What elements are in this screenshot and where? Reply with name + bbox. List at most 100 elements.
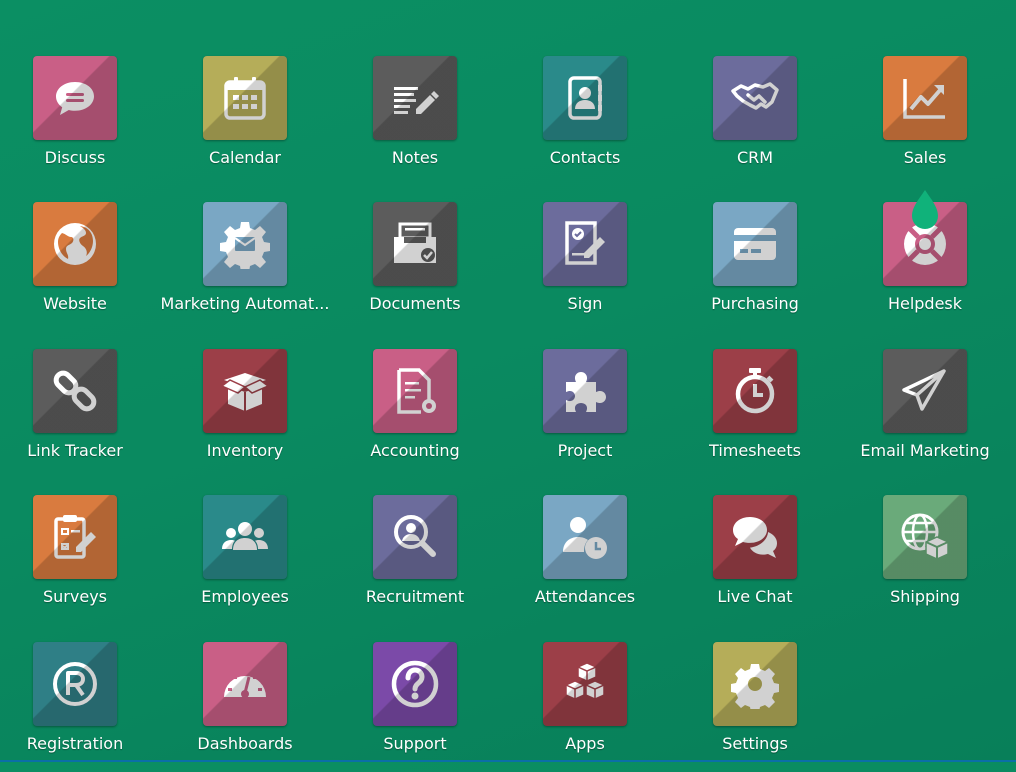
app-tile[interactable] [33, 56, 117, 140]
survey-clipboard-icon [54, 515, 96, 559]
app-discuss[interactable]: Discuss [0, 56, 160, 186]
app-timesheets[interactable]: Timesheets [670, 349, 840, 479]
app-project[interactable]: Project [500, 349, 670, 479]
chat-bubbles-icon [733, 517, 777, 558]
question-icon [391, 660, 439, 708]
app-notes[interactable]: Notes [330, 56, 500, 186]
stopwatch-icon [735, 368, 775, 414]
app-tile[interactable] [203, 202, 287, 286]
app-tile[interactable] [373, 202, 457, 286]
globe-icon [54, 223, 96, 265]
app-tile[interactable] [33, 495, 117, 579]
app-settings[interactable]: Settings [670, 642, 840, 772]
app-label: Recruitment [365, 587, 465, 606]
puzzle-icon [566, 372, 606, 412]
link-icon [53, 370, 97, 412]
app-label: Settings [722, 734, 788, 753]
app-tile[interactable] [543, 349, 627, 433]
app-label: Purchasing [711, 294, 799, 313]
app-contacts[interactable]: Contacts [500, 56, 670, 186]
sign-document-icon [565, 221, 605, 265]
app-tile[interactable] [713, 349, 797, 433]
accounting-doc-icon [397, 368, 436, 414]
app-label: Timesheets [709, 441, 801, 460]
app-email-marketing[interactable]: Email Marketing [840, 349, 1010, 479]
app-tile[interactable] [883, 495, 967, 579]
app-label: Contacts [549, 148, 621, 167]
gauge-icon [224, 671, 266, 698]
app-tile[interactable] [33, 349, 117, 433]
paper-plane-icon [902, 369, 946, 411]
app-tile[interactable] [713, 642, 797, 726]
calendar-icon [224, 77, 266, 120]
app-attendances[interactable]: Attendances [500, 495, 670, 625]
app-tile[interactable] [33, 202, 117, 286]
app-tile[interactable] [203, 349, 287, 433]
app-website[interactable]: Website [0, 202, 160, 332]
app-live-chat[interactable]: Live Chat [670, 495, 840, 625]
app-sign[interactable]: Sign [500, 202, 670, 332]
app-label: Marketing Automat... [160, 294, 330, 313]
magnifier-user-icon [394, 515, 436, 557]
people-icon [222, 522, 268, 550]
app-shipping[interactable]: Shipping [840, 495, 1010, 625]
contacts-icon [568, 76, 602, 120]
app-crm[interactable]: CRM [670, 56, 840, 186]
app-tile[interactable] [713, 56, 797, 140]
app-tile[interactable] [373, 642, 457, 726]
app-tile[interactable] [373, 56, 457, 140]
app-employees[interactable]: Employees [160, 495, 330, 625]
app-dashboards[interactable]: Dashboards [160, 642, 330, 772]
user-clock-icon [563, 517, 607, 559]
app-label: Helpdesk [887, 294, 963, 313]
app-registration[interactable]: Registration [0, 642, 160, 772]
app-purchasing[interactable]: Purchasing [670, 202, 840, 332]
app-label: Surveys [43, 587, 107, 606]
app-recruitment[interactable]: Recruitment [330, 495, 500, 625]
app-label: Dashboards [197, 734, 293, 753]
app-label: Email Marketing [860, 441, 990, 460]
credit-card-icon [734, 228, 776, 260]
app-label: Sign [567, 294, 603, 313]
app-marketing-automation[interactable]: Marketing Automat... [160, 202, 330, 332]
app-tile[interactable] [203, 495, 287, 579]
app-link-tracker[interactable]: Link Tracker [0, 349, 160, 479]
app-tile[interactable] [883, 349, 967, 433]
app-inventory[interactable]: Inventory [160, 349, 330, 479]
app-calendar[interactable]: Calendar [160, 56, 330, 186]
app-label: Employees [201, 587, 289, 606]
app-label: Discuss [44, 148, 106, 167]
app-sales[interactable]: Sales [840, 56, 1010, 186]
app-tile[interactable] [713, 202, 797, 286]
app-tile[interactable] [373, 495, 457, 579]
app-tile[interactable] [543, 642, 627, 726]
app-tile[interactable] [543, 56, 627, 140]
sales-chart-icon [903, 79, 945, 119]
drop-marker-icon [912, 190, 938, 229]
app-support[interactable]: Support [330, 642, 500, 772]
marketing-gear-icon [220, 222, 270, 269]
app-label: Sales [903, 148, 947, 167]
app-tile[interactable] [713, 495, 797, 579]
app-documents[interactable]: Documents [330, 202, 500, 332]
app-label: Project [557, 441, 613, 460]
box-icon [220, 373, 270, 411]
app-apps[interactable]: Apps [500, 642, 670, 772]
app-label: Shipping [890, 587, 960, 606]
app-tile[interactable] [373, 349, 457, 433]
handshake-icon [731, 82, 779, 110]
notes-icon [394, 87, 439, 114]
app-tile[interactable] [543, 202, 627, 286]
app-tile[interactable] [33, 642, 117, 726]
app-tile[interactable] [203, 56, 287, 140]
app-tile[interactable] [543, 495, 627, 579]
app-accounting[interactable]: Accounting [330, 349, 500, 479]
app-label: Documents [369, 294, 461, 313]
app-surveys[interactable]: Surveys [0, 495, 160, 625]
registered-icon [53, 662, 97, 706]
app-tile[interactable] [883, 56, 967, 140]
app-label: Notes [391, 148, 439, 167]
app-label: Registration [26, 734, 124, 753]
app-tile[interactable] [203, 642, 287, 726]
app-label: Support [383, 734, 447, 753]
